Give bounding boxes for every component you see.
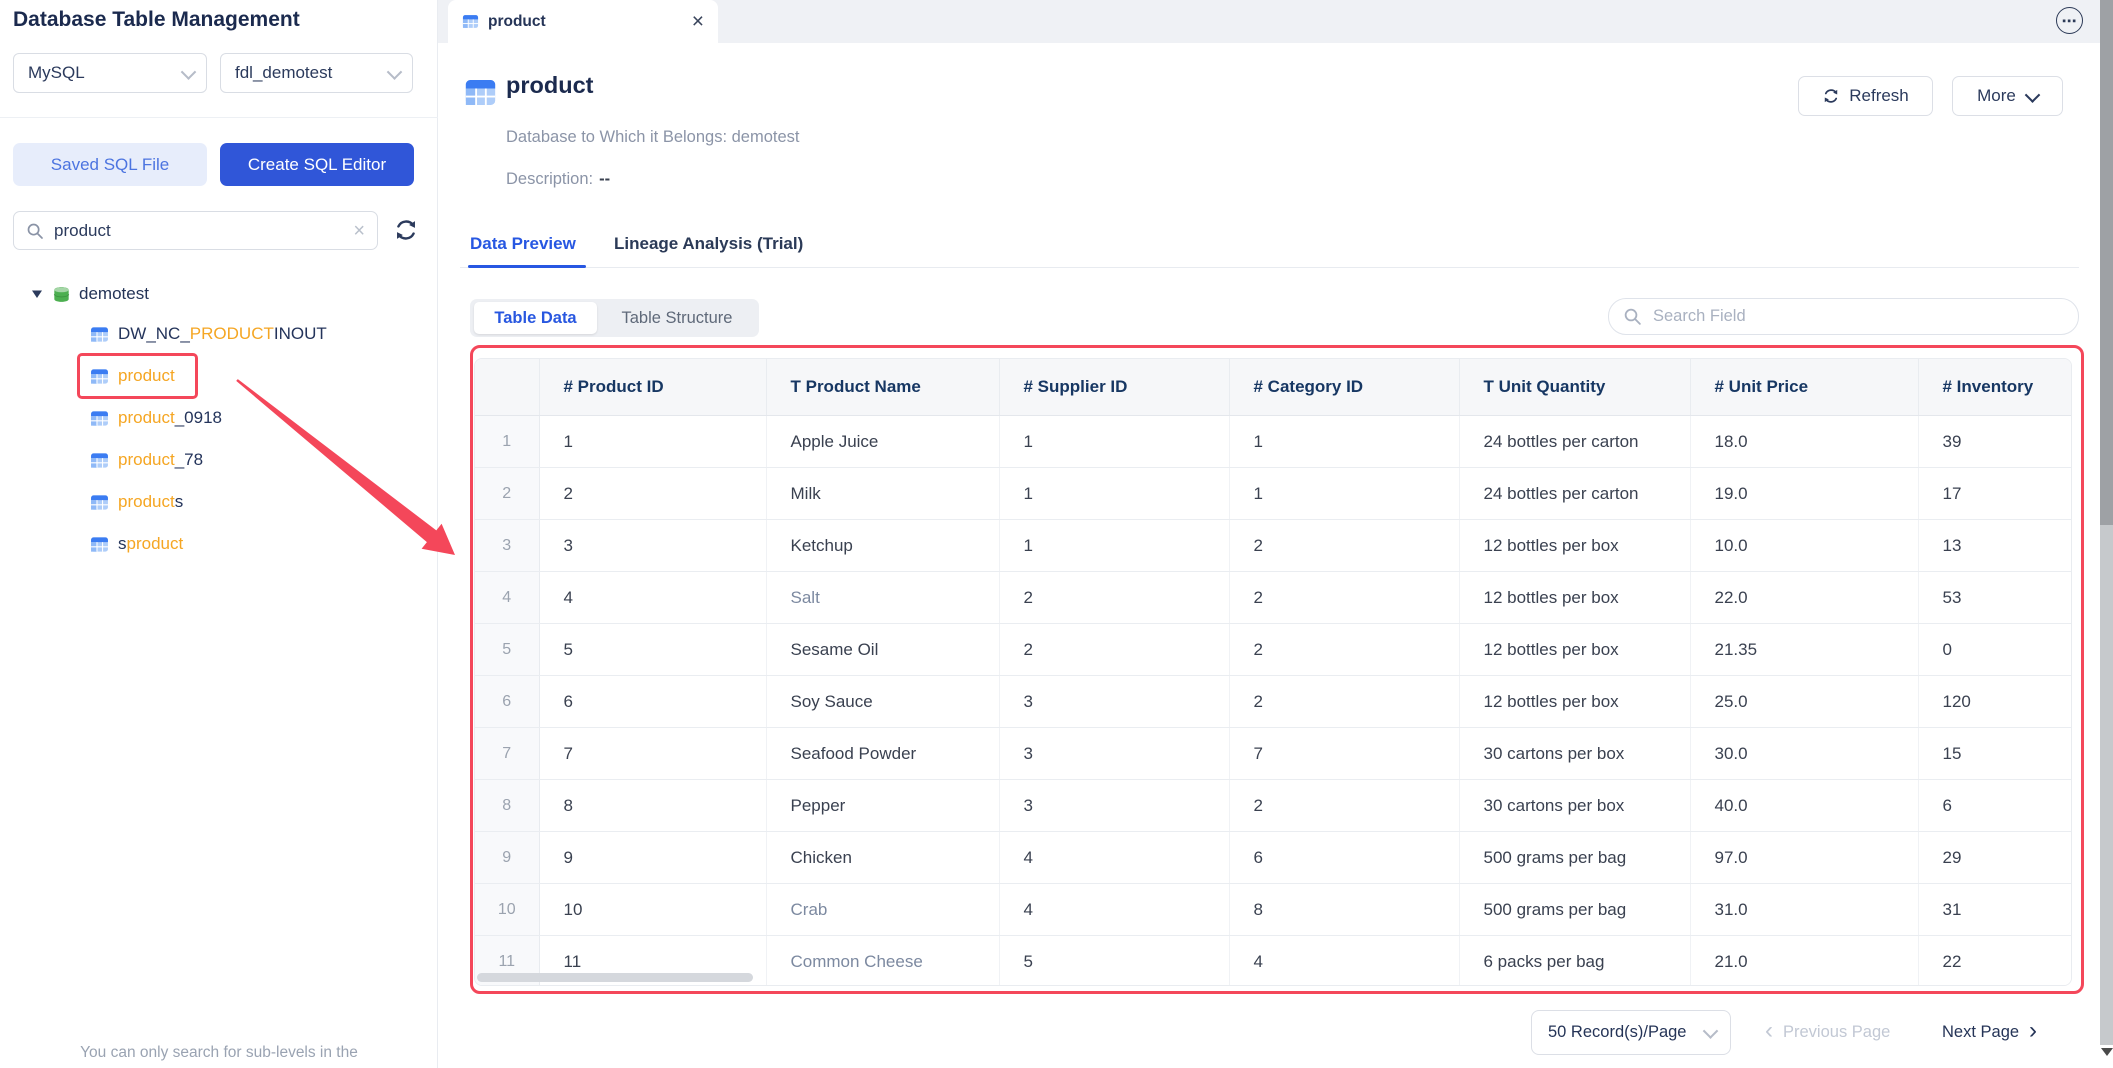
- chevron-down-icon: [2025, 87, 2041, 103]
- database-select-value: fdl_demotest: [235, 63, 332, 83]
- next-page-button[interactable]: Next Page ›: [1942, 1010, 2037, 1055]
- table-row: 3 3 Ketchup 1 2 12 bottles per box 10.0 …: [475, 520, 2072, 572]
- database-icon: [52, 285, 71, 304]
- previous-page-label: Previous Page: [1783, 1023, 1890, 1042]
- column-header: # Category ID: [1229, 359, 1459, 416]
- description-value: --: [599, 170, 610, 188]
- row-number-header: [475, 359, 539, 416]
- description-label: Description:: [506, 170, 593, 188]
- column-header: # Inventory: [1918, 359, 2072, 416]
- table-row: 5 5 Sesame Oil 2 2 12 bottles per box 21…: [475, 624, 2072, 676]
- column-header: # Supplier ID: [999, 359, 1229, 416]
- table-icon: [90, 409, 109, 428]
- horizontal-scrollbar-thumb[interactable]: [477, 973, 753, 982]
- table-row: 9 9 Chicken 4 6 500 grams per bag 97.0 2…: [475, 832, 2072, 884]
- page-size-select[interactable]: 50 Record(s)/Page: [1531, 1010, 1731, 1055]
- database-select[interactable]: fdl_demotest: [220, 53, 413, 93]
- sidebar-divider: [0, 117, 438, 118]
- tree-item-label: products: [118, 492, 183, 512]
- table-row: 10 10 Crab 4 8 500 grams per bag 31.0 31: [475, 884, 2072, 936]
- previous-page-button[interactable]: ‹ Previous Page: [1765, 1010, 1890, 1055]
- datasource-select[interactable]: MySQL: [13, 53, 207, 93]
- table-row: 4 4 Salt 2 2 12 bottles per box 22.0 53: [475, 572, 2072, 624]
- more-button-label: More: [1977, 86, 2016, 106]
- sidebar: Database Table Management MySQL fdl_demo…: [0, 0, 438, 1068]
- active-tab-underline: [468, 265, 586, 268]
- previous-chevron-icon: ‹: [1765, 1019, 1773, 1043]
- ellipsis-menu-icon[interactable]: ⋯: [2056, 7, 2083, 34]
- close-icon[interactable]: ×: [692, 11, 704, 32]
- chevron-down-icon: [181, 64, 197, 80]
- table-icon: [464, 76, 497, 109]
- vertical-scrollbar-thumb[interactable]: [2100, 0, 2113, 525]
- table-icon: [90, 367, 109, 386]
- create-sql-editor-button[interactable]: Create SQL Editor: [220, 143, 414, 186]
- data-table: # Product ID T Product Name # Supplier I…: [474, 358, 2072, 986]
- table-header-row: # Product ID T Product Name # Supplier I…: [475, 359, 2072, 416]
- table-row: 2 2 Milk 1 1 24 bottles per carton 19.0 …: [475, 468, 2072, 520]
- app-root: Database Table Management MySQL fdl_demo…: [0, 0, 2113, 1068]
- table-row: 6 6 Soy Sauce 3 2 12 bottles per box 25.…: [475, 676, 2072, 728]
- subtab-table-data[interactable]: Table Data: [474, 302, 597, 334]
- tab-data-preview[interactable]: Data Preview: [470, 234, 576, 254]
- chevron-down-icon: [387, 64, 403, 80]
- page-title: product: [506, 72, 593, 99]
- tree-item-label: sproduct: [118, 534, 183, 554]
- search-icon: [26, 222, 44, 240]
- table-icon: [90, 325, 109, 344]
- caret-expanded-icon[interactable]: [30, 287, 44, 301]
- refresh-button[interactable]: Refresh: [1798, 76, 1933, 116]
- tree-node-demotest[interactable]: demotest: [30, 277, 149, 311]
- tree-item-label: product_78: [118, 450, 203, 470]
- table-row: 1 1 Apple Juice 1 1 24 bottles per carto…: [475, 416, 2072, 468]
- belongs-line: Database to Which it Belongs: demotest: [506, 128, 800, 147]
- table-row: 8 8 Pepper 3 2 30 cartons per box 40.0 6: [475, 780, 2072, 832]
- tab-lineage-analysis[interactable]: Lineage Analysis (Trial): [614, 234, 803, 254]
- page-size-value: 50 Record(s)/Page: [1548, 1023, 1687, 1042]
- table-row: 7 7 Seafood Powder 3 7 30 cartons per bo…: [475, 728, 2072, 780]
- chevron-down-icon: [1703, 1023, 1719, 1039]
- tab-product[interactable]: product ×: [448, 0, 718, 43]
- column-header: # Product ID: [539, 359, 766, 416]
- sidebar-footer-note: You can only search for sub-levels in th…: [0, 1044, 438, 1062]
- tree-refresh-icon[interactable]: [393, 217, 419, 243]
- table-icon: [90, 535, 109, 554]
- next-page-label: Next Page: [1942, 1023, 2019, 1042]
- column-header: T Product Name: [766, 359, 999, 416]
- field-search-box: [1608, 298, 2079, 335]
- refresh-icon: [1822, 87, 1840, 105]
- sidebar-title: Database Table Management: [13, 8, 300, 32]
- tree-item-label: product: [118, 366, 175, 386]
- tree-item-product[interactable]: product: [90, 355, 175, 397]
- column-header: T Unit Quantity: [1459, 359, 1690, 416]
- saved-sql-file-button[interactable]: Saved SQL File: [13, 143, 207, 186]
- tree-item-sproduct[interactable]: sproduct: [90, 523, 183, 565]
- table-icon: [90, 451, 109, 470]
- tree-root-label: demotest: [79, 284, 149, 304]
- subtab-table-structure[interactable]: Table Structure: [598, 299, 756, 337]
- field-search-input[interactable]: [1651, 306, 2064, 327]
- table-icon: [462, 13, 479, 30]
- refresh-button-label: Refresh: [1849, 86, 1909, 106]
- next-chevron-icon: ›: [2029, 1019, 2037, 1043]
- datasource-select-value: MySQL: [28, 63, 85, 83]
- sidebar-search-box: ×: [13, 211, 378, 250]
- tree-item-products[interactable]: products: [90, 481, 183, 523]
- tree-item-product-0918[interactable]: product_0918: [90, 397, 222, 439]
- description-line: Description: --: [506, 170, 610, 189]
- clear-search-icon[interactable]: ×: [351, 221, 367, 241]
- scroll-down-arrow-icon: [2101, 1048, 2113, 1056]
- column-header: # Unit Price: [1690, 359, 1918, 416]
- tree-item-dw-nc-productinout[interactable]: DW_NC_PRODUCTINOUT: [90, 313, 327, 355]
- search-icon: [1623, 307, 1642, 326]
- tab-label: product: [488, 13, 692, 31]
- table-icon: [90, 493, 109, 512]
- tabs-divider: [460, 267, 2079, 268]
- sidebar-search-input[interactable]: [52, 220, 351, 242]
- tree-item-label: DW_NC_PRODUCTINOUT: [118, 324, 327, 344]
- more-button[interactable]: More: [1952, 76, 2063, 116]
- tree-item-product-78[interactable]: product_78: [90, 439, 203, 481]
- tree-item-label: product_0918: [118, 408, 222, 428]
